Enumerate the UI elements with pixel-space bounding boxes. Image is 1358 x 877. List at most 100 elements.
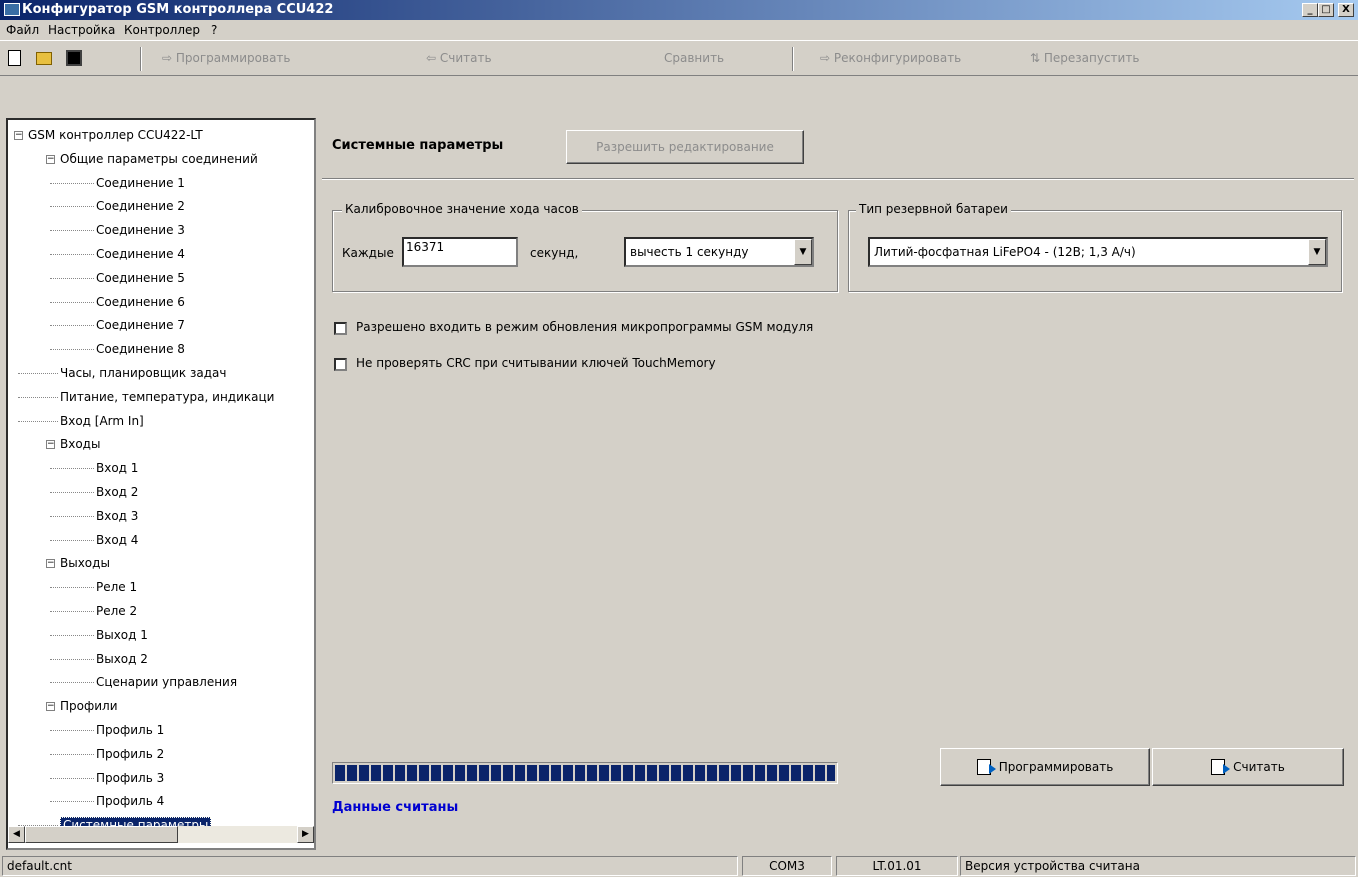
window-title: Конфигуратор GSM контроллера CCU422	[22, 2, 334, 17]
close-button[interactable]: X	[1338, 3, 1354, 17]
tree-collapse-icon[interactable]: −	[14, 131, 23, 140]
tree-item[interactable]: Вход 3	[96, 507, 138, 525]
tree-item[interactable]: Профиль 1	[96, 721, 164, 739]
tree-item-label: Выходы	[60, 556, 110, 571]
toolbar-reconfigure-button[interactable]: ⇨ Реконфигурировать	[820, 51, 961, 65]
crc-check-checkbox[interactable]	[334, 358, 347, 371]
battery-type-select[interactable]: Литий-фосфатная LiFePO4 - (12В; 1,3 А/ч)…	[868, 237, 1328, 267]
enable-edit-button[interactable]: Разрешить редактирование	[566, 130, 804, 164]
tree-item[interactable]: Профиль 4	[96, 792, 164, 810]
tree-item[interactable]: Профили	[60, 697, 118, 715]
tree-connector	[50, 777, 94, 779]
read-button[interactable]: Считать	[1152, 748, 1344, 786]
toolbar: ⇨ Программировать ⇦ Считать Сравнить ⇨ Р…	[0, 40, 1358, 76]
tree-item[interactable]: Соединение 2	[96, 197, 185, 215]
tree-connector	[50, 254, 94, 255]
tree-item[interactable]: Выходы	[60, 554, 110, 572]
toolbar-read-button[interactable]: ⇦ Считать	[426, 51, 492, 65]
menu-settings[interactable]: Настройка	[48, 23, 115, 37]
tree-item[interactable]: Выход 1	[96, 626, 148, 644]
status-message: Версия устройства считана	[960, 856, 1356, 876]
tree-item-label: Вход 1	[96, 461, 139, 476]
tree-connector	[50, 658, 94, 660]
tree-connector	[18, 373, 58, 374]
tree-item[interactable]: Соединение 3	[96, 221, 185, 239]
tree-horizontal-scrollbar[interactable]: ◀ ▶	[8, 826, 314, 843]
tree-connector	[50, 301, 94, 303]
fw-update-checkbox[interactable]	[334, 322, 347, 335]
open-folder-icon[interactable]	[36, 52, 52, 65]
tree-item[interactable]: Входы	[60, 435, 100, 453]
tree-item[interactable]: GSM контроллер CCU422-LT	[28, 126, 203, 144]
tree-collapse-icon[interactable]: −	[46, 702, 55, 712]
status-port: COM3	[742, 856, 832, 876]
tree-connector	[50, 468, 94, 470]
clock-value-input[interactable]: 16371	[402, 237, 518, 267]
tree-item[interactable]: Соединение 4	[96, 245, 185, 263]
tree-item-label: Выход 1	[96, 627, 148, 642]
tree-item-label: Общие параметры соединений	[60, 151, 258, 166]
tree-item[interactable]: Питание, температура, индикаци	[60, 388, 274, 406]
battery-group-title: Тип резервной батареи	[856, 202, 1011, 216]
tree-collapse-icon[interactable]: −	[46, 154, 55, 164]
progress-fill	[335, 765, 835, 781]
tree-item-label: Профиль 1	[96, 723, 165, 737]
tree-item[interactable]: Общие параметры соединений	[60, 150, 258, 168]
save-disk-icon[interactable]	[66, 50, 82, 66]
tree-item-label: Вход [Arm In]	[60, 413, 144, 428]
program-button[interactable]: Программировать	[940, 748, 1150, 786]
tree-item[interactable]: Профиль 3	[96, 769, 164, 787]
program-button-label: Программировать	[998, 760, 1114, 774]
toolbar-compare-button[interactable]: Сравнить	[664, 51, 724, 65]
tree-item-label: GSM контроллер CCU422-LT	[28, 128, 203, 142]
crc-check-label[interactable]: Не проверять CRC при считывании ключей T…	[356, 356, 716, 370]
clock-action-select[interactable]: вычесть 1 секунду ▼	[624, 237, 814, 267]
toolbar-separator	[140, 47, 142, 71]
scroll-right-icon[interactable]: ▶	[297, 826, 314, 843]
tree-item[interactable]: Вход 1	[96, 459, 138, 477]
toolbar-restart-button[interactable]: ⇅ Перезапустить	[1030, 51, 1139, 65]
tree-connector	[50, 206, 94, 208]
tree-item[interactable]: Профиль 2	[96, 745, 164, 763]
tree-item[interactable]: Соединение 8	[96, 340, 185, 358]
battery-type-value: Литий-фосфатная LiFePO4 - (12В; 1,3 А/ч)	[874, 245, 1136, 259]
chevron-down-icon[interactable]: ▼	[1308, 239, 1326, 265]
tree-item[interactable]: Соединение 5	[96, 269, 185, 287]
scroll-left-icon[interactable]: ◀	[8, 826, 25, 843]
scroll-thumb[interactable]	[25, 826, 178, 843]
tree-item[interactable]: Реле 2	[96, 602, 137, 620]
tree-collapse-icon[interactable]: −	[46, 440, 55, 450]
tree-item-label: Выход 2	[96, 651, 148, 666]
read-button-label: Считать	[1233, 760, 1285, 774]
tree-item[interactable]: Выход 2	[96, 650, 148, 668]
read-doc-icon	[1211, 759, 1231, 775]
toolbar-program-button[interactable]: ⇨ Программировать	[162, 51, 290, 65]
program-doc-icon	[976, 759, 996, 775]
menu-help[interactable]: ?	[211, 23, 217, 37]
tree-connector	[50, 492, 94, 493]
tree-item[interactable]: Вход [Arm In]	[60, 412, 144, 430]
tree-item[interactable]: Соединение 6	[96, 293, 185, 311]
tree-connector	[50, 539, 94, 541]
tree-item[interactable]: Сценарии управления	[96, 673, 237, 691]
tree-item[interactable]: Вход 4	[96, 531, 138, 549]
tree-item[interactable]: Соединение 7	[96, 316, 185, 334]
tree-item[interactable]: Реле 1	[96, 578, 137, 596]
minimize-button[interactable]: _	[1302, 3, 1318, 17]
tree-item[interactable]: Соединение 1	[96, 174, 185, 192]
tree-collapse-icon[interactable]: −	[46, 559, 55, 569]
tree-item-label: Питание, температура, индикаци	[60, 389, 275, 404]
new-file-icon[interactable]	[8, 50, 21, 66]
menu-controller[interactable]: Контроллер	[124, 23, 200, 37]
clock-action-value: вычесть 1 секунду	[630, 245, 749, 259]
menu-file[interactable]: Файл	[6, 23, 39, 37]
navigation-tree[interactable]: GSM контроллер CCU422-LT − Общие параметры…	[6, 118, 316, 850]
tree-connector	[50, 682, 94, 684]
chevron-down-icon[interactable]: ▼	[794, 239, 812, 265]
maximize-button[interactable]: □	[1318, 3, 1334, 17]
toolbar-read-label: Считать	[439, 51, 492, 65]
tree-item[interactable]: Часы, планировщик задач	[60, 364, 226, 382]
fw-update-label[interactable]: Разрешено входить в режим обновления мик…	[356, 320, 813, 334]
tree-item[interactable]: Вход 2	[96, 483, 138, 501]
title-bar[interactable]: Конфигуратор GSM контроллера CCU422 _ □ …	[0, 0, 1358, 20]
